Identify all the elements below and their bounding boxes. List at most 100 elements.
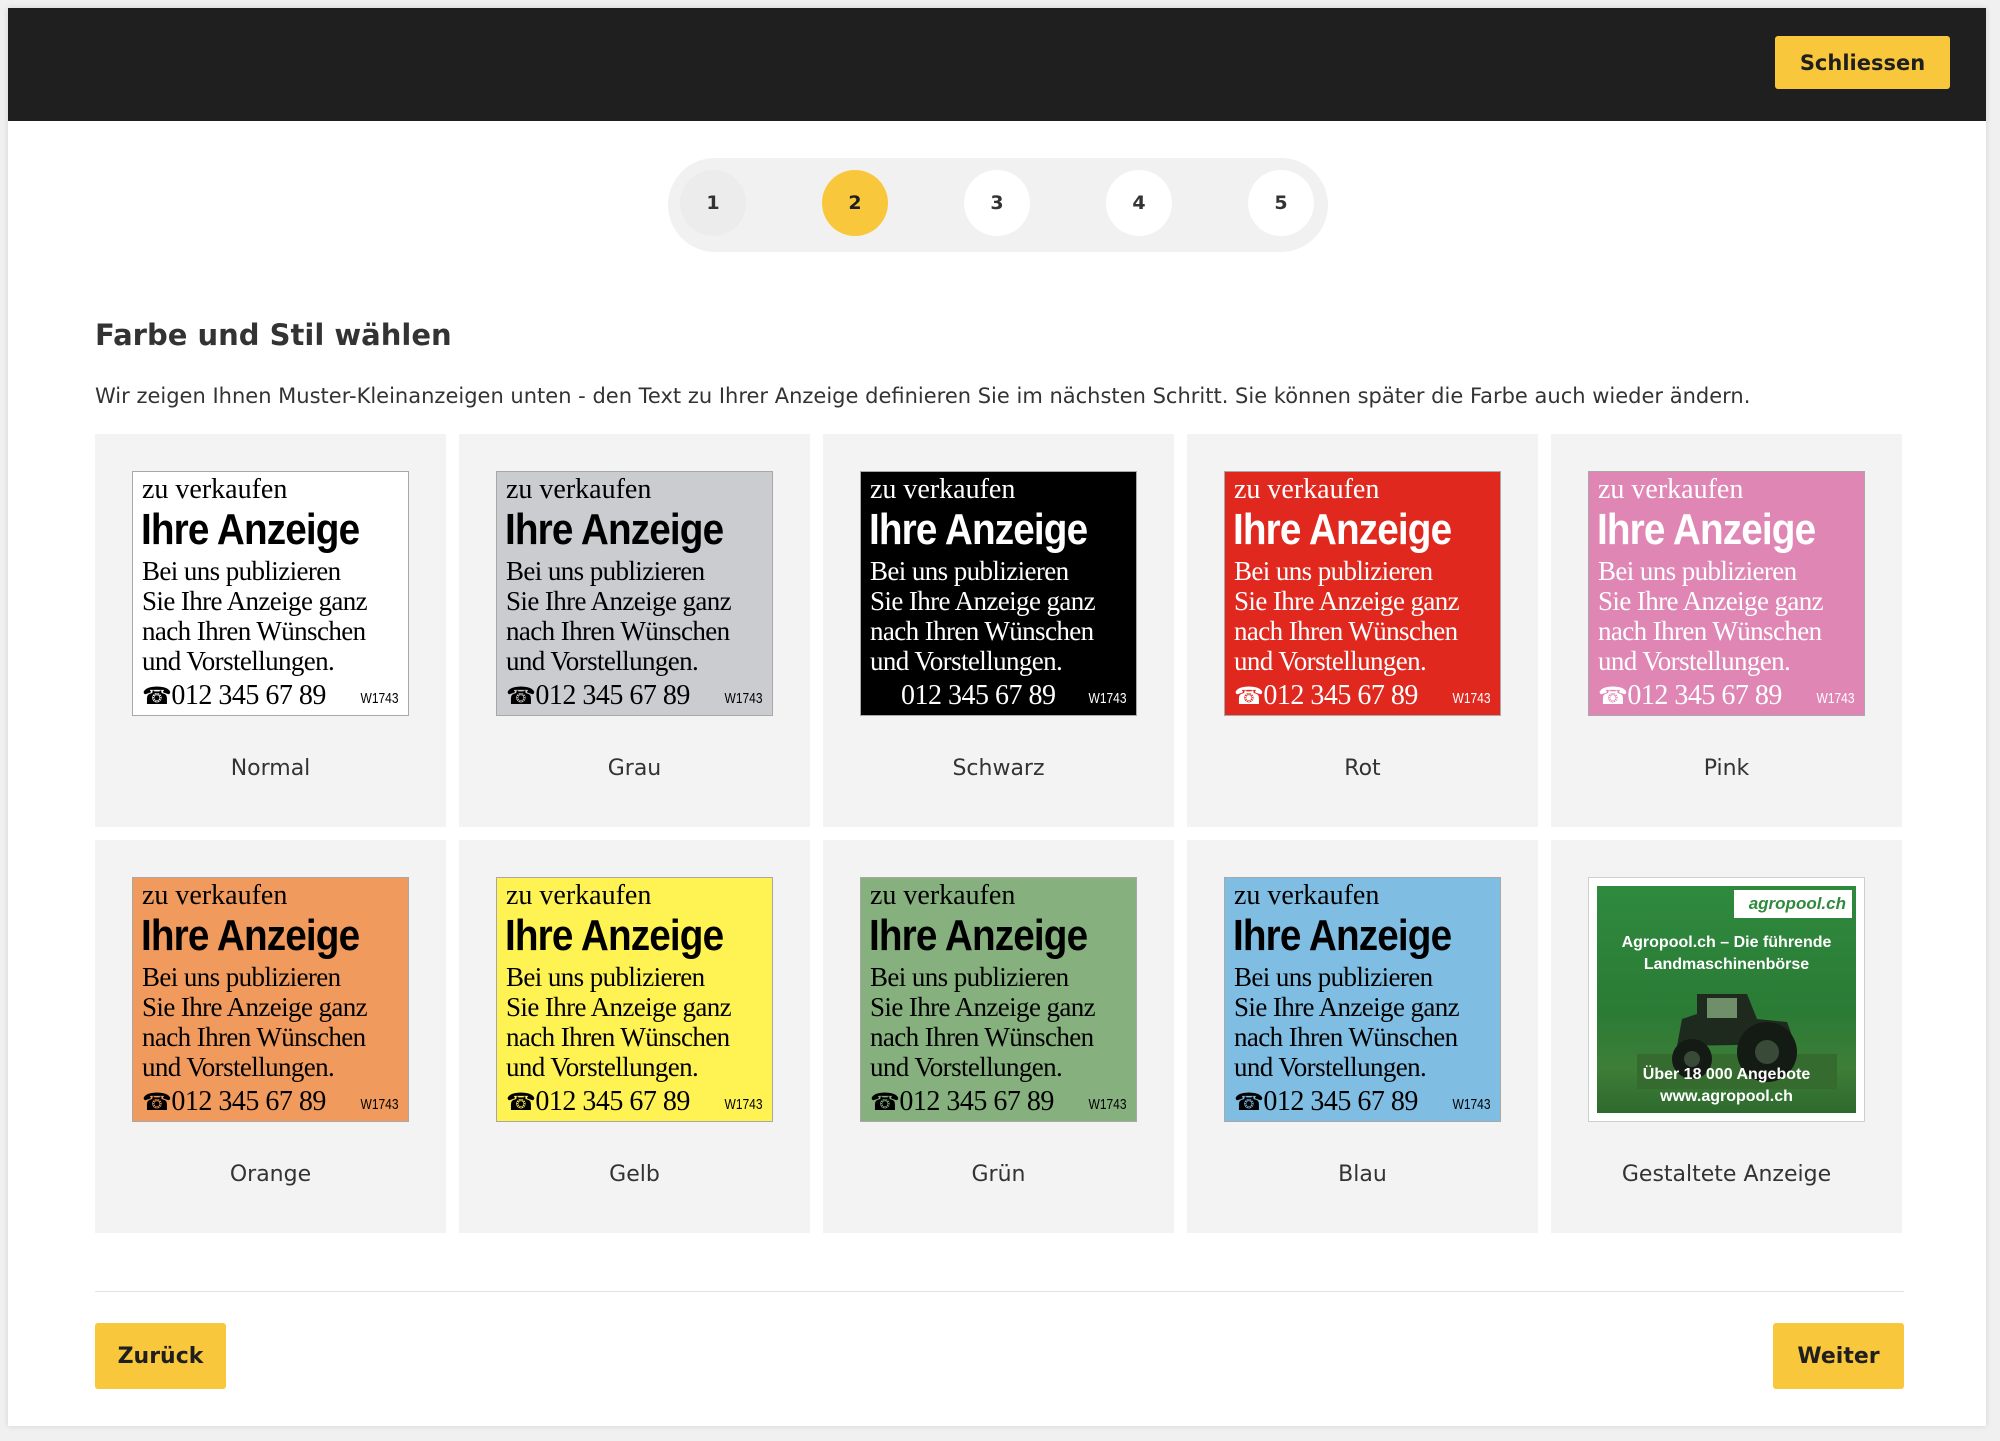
ad-body-line: nach Ihren Wünschen [1234,1022,1458,1052]
designed-offers: Über 18 000 Angebote www.agropool.ch [1597,1064,1856,1108]
ad-body: Bei uns publizieren Sie Ihre Anzeige ganz… [1234,962,1460,1082]
ad-body-line: und Vorstellungen. [870,1052,1063,1082]
designed-ad-image: agropool.ch Agropool.ch – Die führende Lan… [1597,886,1856,1113]
ad-category: zu verkaufen [870,474,1016,505]
style-option-grau[interactable]: zu verkaufen Ihre Anzeige Bei uns publizie… [459,434,810,827]
ad-category: zu verkaufen [142,474,288,505]
ad-code: W1743 [724,690,763,707]
style-option-rot[interactable]: zu verkaufen Ihre Anzeige Bei uns publizie… [1187,434,1538,827]
ad-category: zu verkaufen [870,880,1016,911]
ad-phone: ☎012 345 67 89 [1234,680,1418,713]
style-label: Gestaltete Anzeige [1621,1162,1832,1187]
sample-ad-preview: zu verkaufen Ihre Anzeige Bei uns publizie… [860,471,1137,716]
step-3[interactable]: 3 [964,170,1030,236]
ad-body-line: und Vorstellungen. [142,1052,335,1082]
close-button[interactable]: Schliessen [1775,36,1950,89]
ad-body-line: Sie Ihre Anzeige ganz [1598,586,1824,616]
ad-headline: Ihre Anzeige [141,505,360,554]
ad-phone-number: 012 345 67 89 [901,680,1056,711]
ad-body-line: Sie Ihre Anzeige ganz [870,992,1096,1022]
step-4[interactable]: 4 [1106,170,1172,236]
ad-code: W1743 [360,690,399,707]
style-option-blau[interactable]: zu verkaufen Ihre Anzeige Bei uns publizie… [1187,840,1538,1233]
designed-offers-line: Über 18 000 Angebote [1642,1066,1811,1083]
ad-style-dialog: Schliessen 1 2 3 4 5 Farbe und Stil wähl… [8,8,1986,1426]
step-5[interactable]: 5 [1248,170,1314,236]
designed-headline-line: Landmaschinenbörse [1643,956,1810,973]
telephone-icon: ☎ [1234,1090,1264,1116]
ad-phone: ☎012 345 67 89 [870,1086,1054,1119]
step-1[interactable]: 1 [680,170,746,236]
style-option-normal[interactable]: zu verkaufen Ihre Anzeige Bei uns publizie… [95,434,446,827]
ad-body: Bei uns publizieren Sie Ihre Anzeige ganz… [506,556,732,676]
style-label: Pink [1703,756,1750,781]
sample-ad-preview: zu verkaufen Ihre Anzeige Bei uns publizie… [496,471,773,716]
ad-code: W1743 [1088,690,1127,707]
ad-phone-number: 012 345 67 89 [1263,1086,1418,1117]
ad-code: W1743 [1816,690,1855,707]
ad-phone-number: 012 345 67 89 [1263,680,1418,711]
ad-body-line: Sie Ihre Anzeige ganz [1234,992,1460,1022]
style-label: Schwarz [952,756,1045,781]
style-option-pink[interactable]: zu verkaufen Ihre Anzeige Bei uns publizie… [1551,434,1902,827]
style-option-grün[interactable]: zu verkaufen Ihre Anzeige Bei uns publizie… [823,840,1174,1233]
ad-body-line: nach Ihren Wünschen [870,616,1094,646]
ad-phone-number: 012 345 67 89 [899,1086,1054,1117]
ad-code: W1743 [360,1096,399,1113]
ad-body-line: Sie Ihre Anzeige ganz [142,992,368,1022]
ad-body-line: Sie Ihre Anzeige ganz [506,586,732,616]
ad-body: Bei uns publizieren Sie Ihre Anzeige ganz… [142,962,368,1082]
ad-headline: Ihre Anzeige [869,505,1088,554]
ad-phone: ☎012 345 67 89 [506,1086,690,1119]
sample-ad-preview: zu verkaufen Ihre Anzeige Bei uns publizie… [1224,471,1501,716]
style-label: Gelb [609,1162,660,1187]
telephone-icon: ☎ [506,684,536,710]
style-label: Orange [229,1162,312,1187]
ad-body-line: und Vorstellungen. [1234,646,1427,676]
step-2[interactable]: 2 [822,170,888,236]
divider [95,1291,1904,1292]
style-option-orange[interactable]: zu verkaufen Ihre Anzeige Bei uns publizie… [95,840,446,1233]
top-bar: Schliessen [8,8,1986,121]
style-label: Grün [971,1162,1026,1187]
style-label: Normal [230,756,311,781]
sample-ad-preview: zu verkaufen Ihre Anzeige Bei uns publizie… [1588,471,1865,716]
ad-phone: ☎012 345 67 89 [506,680,690,713]
ad-body-line: nach Ihren Wünschen [142,1022,366,1052]
ad-category: zu verkaufen [1598,474,1744,505]
ad-body-line: und Vorstellungen. [506,646,699,676]
ad-body-line: nach Ihren Wünschen [506,1022,730,1052]
ad-category: zu verkaufen [142,880,288,911]
ad-code: W1743 [1088,1096,1127,1113]
ad-body: Bei uns publizieren Sie Ihre Anzeige ganz… [506,962,732,1082]
ad-code: W1743 [1452,1096,1491,1113]
ad-category: zu verkaufen [506,880,652,911]
style-label: Grau [607,756,662,781]
ad-body-line: Bei uns publizieren [142,962,341,992]
logo-text: agropool.ch [1748,894,1846,913]
ad-headline: Ihre Anzeige [1597,505,1816,554]
telephone-icon: ☎ [142,684,172,710]
next-button[interactable]: Weiter [1773,1323,1904,1389]
ad-code: W1743 [724,1096,763,1113]
telephone-icon: ☎ [870,1090,900,1116]
designed-headline: Agropool.ch – Die führende Landmaschinenb… [1597,932,1856,976]
ad-body: Bei uns publizieren Sie Ihre Anzeige ganz… [1234,556,1460,676]
style-option-gelb[interactable]: zu verkaufen Ihre Anzeige Bei uns publizie… [459,840,810,1233]
agropool-logo: agropool.ch [1734,890,1852,918]
telephone-icon: ☎ [1598,684,1628,710]
ad-body-line: und Vorstellungen. [870,646,1063,676]
telephone-icon: ☎ [506,1090,536,1116]
ad-phone: ☎012 345 67 89 [1598,680,1782,713]
ad-body-line: und Vorstellungen. [1598,646,1791,676]
sample-ad-preview: zu verkaufen Ihre Anzeige Bei uns publizie… [860,877,1137,1122]
ad-body-line: Sie Ihre Anzeige ganz [142,586,368,616]
ad-body-line: und Vorstellungen. [506,1052,699,1082]
style-option-designed[interactable]: agropool.ch Agropool.ch – Die führende Lan… [1551,840,1902,1233]
back-button[interactable]: Zurück [95,1323,226,1389]
ad-phone-number: 012 345 67 89 [535,680,690,711]
sample-ad-preview: zu verkaufen Ihre Anzeige Bei uns publizie… [496,877,773,1122]
style-option-schwarz[interactable]: zu verkaufen Ihre Anzeige Bei uns publizie… [823,434,1174,827]
ad-body-line: nach Ihren Wünschen [506,616,730,646]
ad-body: Bei uns publizieren Sie Ihre Anzeige ganz… [1598,556,1824,676]
